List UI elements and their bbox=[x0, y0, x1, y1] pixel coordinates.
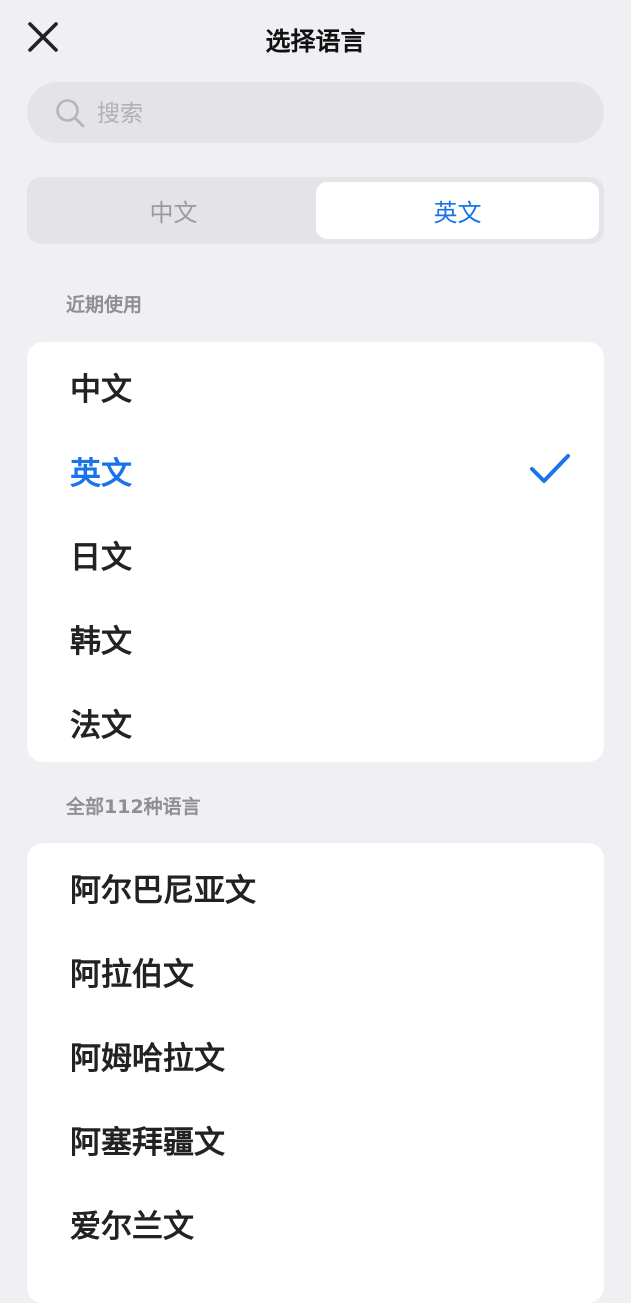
list-item-label: 韩文 bbox=[70, 623, 132, 660]
search-input[interactable] bbox=[95, 82, 579, 145]
list-item-label: 阿塞拜疆文 bbox=[70, 1124, 225, 1161]
list-item[interactable]: 阿塞拜疆文 bbox=[27, 1097, 604, 1181]
tab-chinese[interactable]: 中文 bbox=[32, 182, 315, 239]
list-item[interactable]: 阿尔巴尼亚文 bbox=[27, 845, 604, 929]
all-languages-section-label: 全部112种语言 bbox=[66, 796, 201, 818]
search-icon bbox=[56, 99, 85, 128]
page-title: 选择语言 bbox=[265, 27, 366, 56]
list-item[interactable]: 法文 bbox=[27, 680, 604, 764]
list-item-label: 法文 bbox=[70, 707, 132, 744]
list-item[interactable]: 日文 bbox=[27, 512, 604, 596]
list-item[interactable]: 爱尔兰文 bbox=[27, 1181, 604, 1265]
check-icon bbox=[530, 454, 570, 483]
search-bar[interactable] bbox=[27, 82, 604, 145]
list-item[interactable]: 韩文 bbox=[27, 596, 604, 680]
recent-section-label: 近期使用 bbox=[66, 294, 143, 316]
tab-english[interactable]: 英文 bbox=[316, 182, 599, 239]
list-item-label: 日文 bbox=[70, 539, 132, 576]
all-languages-list: 阿尔巴尼亚文 阿拉伯文 阿姆哈拉文 阿塞拜疆文 爱尔兰文 bbox=[27, 843, 604, 1303]
list-item[interactable]: 阿姆哈拉文 bbox=[27, 1013, 604, 1097]
list-item[interactable]: 中文 bbox=[27, 344, 604, 428]
list-item[interactable]: 阿拉伯文 bbox=[27, 929, 604, 1013]
list-item-selected[interactable]: 英文 bbox=[27, 428, 604, 512]
list-item-label: 英文 bbox=[70, 455, 132, 492]
list-item-label: 阿拉伯文 bbox=[70, 956, 194, 993]
language-segmented-control: 中文 英文 bbox=[27, 177, 604, 244]
list-item-label: 阿姆哈拉文 bbox=[70, 1040, 225, 1077]
recent-languages-list: 中文 英文 日文 韩文 法文 bbox=[27, 342, 604, 762]
list-item-label: 阿尔巴尼亚文 bbox=[70, 872, 256, 909]
list-item-label: 中文 bbox=[70, 371, 132, 408]
list-item-label: 爱尔兰文 bbox=[70, 1208, 194, 1245]
header: 选择语言 bbox=[0, 0, 631, 80]
